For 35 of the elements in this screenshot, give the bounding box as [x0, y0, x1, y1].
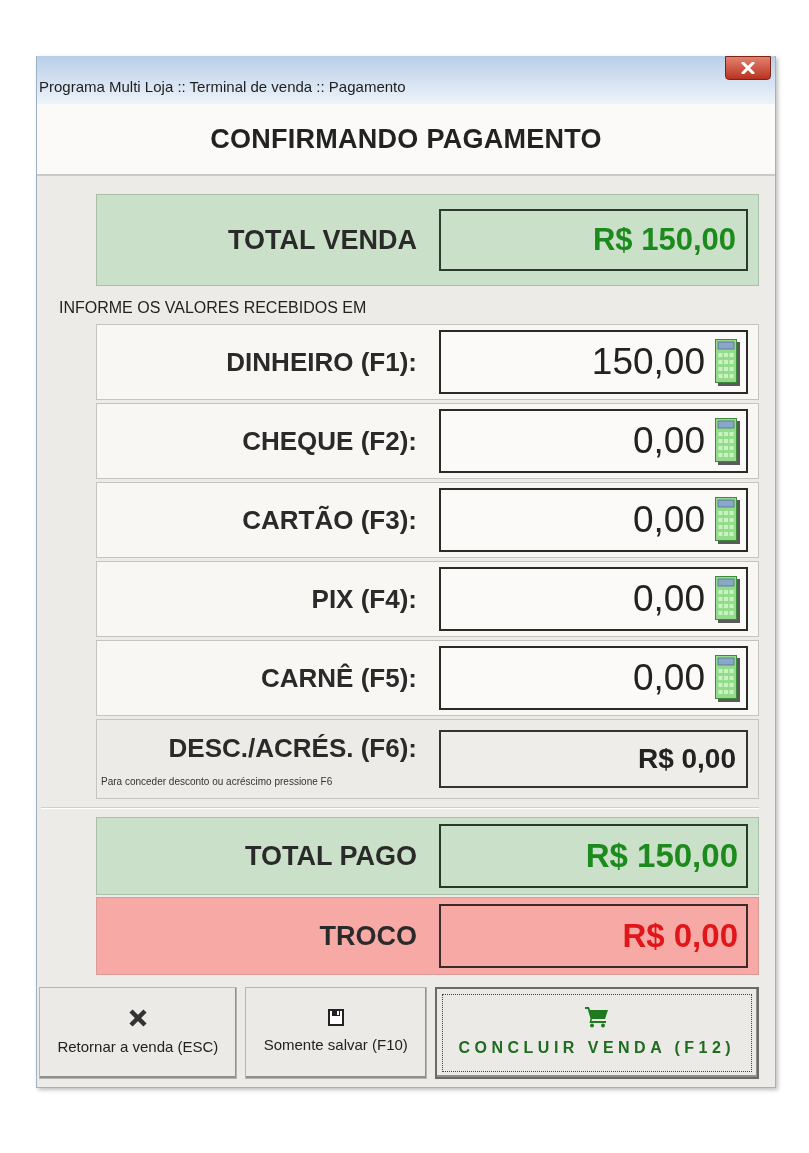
total-sale-label: TOTAL VENDA: [227, 223, 418, 257]
calculator-icon[interactable]: [715, 338, 740, 386]
amount-field[interactable]: 0,00: [439, 567, 748, 631]
x-mark-icon: [127, 1007, 148, 1028]
save-icon: [327, 1009, 344, 1027]
adjustment-hint: Para conceder desconto ou acréscimo pressione F6: [101, 775, 333, 789]
adjustment-label: DESC./ACRÉS. (F6):: [167, 732, 418, 765]
close-icon: [741, 62, 755, 74]
payment-label: PIX (F4):: [310, 582, 418, 616]
amount-field[interactable]: 0,00: [439, 488, 748, 552]
amount-field[interactable]: 0,00: [439, 409, 748, 473]
calculator-icon[interactable]: [715, 496, 740, 544]
total-paid-label: TOTAL PAGO: [244, 839, 418, 873]
adjustment-value: R$ 0,00: [439, 730, 748, 788]
payment-label: DINHEIRO (F1):: [225, 345, 418, 379]
change-value: R$ 0,00: [439, 904, 748, 968]
section-label: INFORME OS VALORES RECEBIDOS EM: [59, 298, 367, 318]
conclude-sale-button[interactable]: CONCLUIR VENDA (F12): [434, 987, 759, 1079]
total-sale-value: R$ 150,00: [439, 209, 748, 271]
window-title: Programa Multi Loja :: Terminal de venda :: Pagamento: [39, 76, 406, 97]
cart-icon: [584, 1006, 609, 1028]
payment-label: CARTÃO (F3):: [241, 503, 418, 537]
total-paid-value: R$ 150,00: [439, 824, 748, 888]
payment-label: CARNÊ (F5):: [260, 661, 418, 695]
dialog-heading: CONFIRMANDO PAGAMENTO: [210, 122, 602, 156]
payment-label: CHEQUE (F2):: [241, 424, 418, 458]
amount-field[interactable]: 150,00: [439, 330, 748, 394]
save-button[interactable]: Somente salvar (F10): [244, 987, 427, 1079]
change-label: TROCO: [318, 919, 418, 953]
return-button[interactable]: Retornar a venda (ESC): [39, 987, 237, 1079]
amount-field[interactable]: 0,00: [439, 646, 748, 710]
close-button[interactable]: [725, 56, 771, 80]
calculator-icon[interactable]: [715, 417, 740, 465]
calculator-icon[interactable]: [715, 654, 740, 702]
calculator-icon[interactable]: [715, 575, 740, 623]
